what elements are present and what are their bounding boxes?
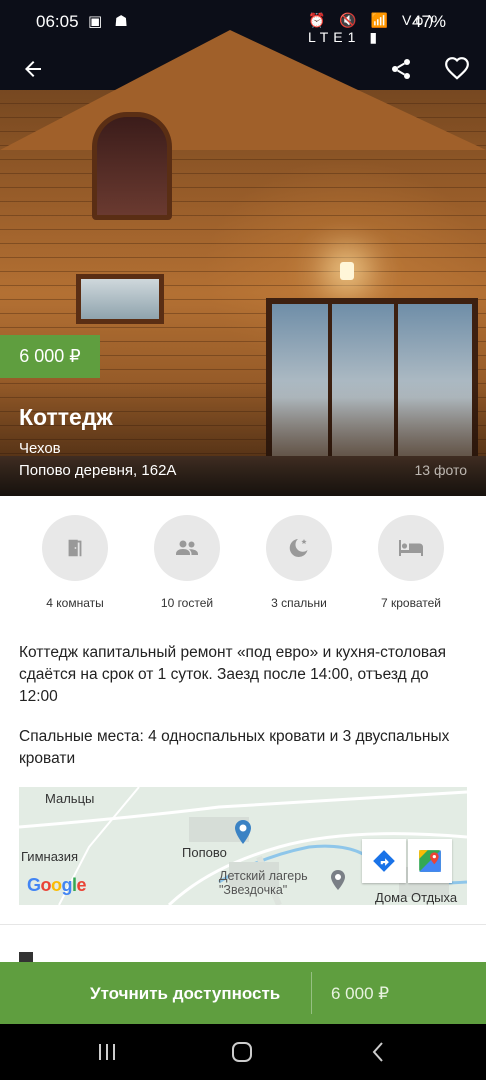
arched-window	[92, 112, 172, 220]
map-label-gymnasium: Гимназия	[21, 849, 79, 864]
feature-label: 7 кроватей	[381, 596, 441, 610]
open-in-maps-button[interactable]	[408, 839, 452, 883]
system-icons: ⏰ 🔇 📶 Vo) LTE1 ▮	[308, 12, 438, 45]
cta-price: 6 000 ₽	[331, 984, 390, 1003]
feature-label: 4 комнаты	[46, 596, 104, 610]
heart-outline-icon	[445, 57, 469, 80]
nav-back-button[interactable]	[366, 1040, 390, 1064]
battery-level: 47%	[412, 12, 447, 31]
map-label-popovo: Попово	[182, 845, 227, 860]
map-label-maltsy: Мальцы	[45, 791, 95, 806]
door-icon	[68, 539, 82, 557]
guests-icon	[176, 540, 198, 555]
wall-lamp	[340, 262, 354, 280]
feature-label: 3 спальни	[271, 596, 327, 610]
back-button[interactable]	[16, 52, 50, 86]
feature-rooms: 4 комнаты	[25, 515, 125, 610]
feature-circle	[42, 515, 108, 581]
arrow-left-icon	[25, 61, 41, 77]
feature-beds: 7 кроватей	[361, 515, 461, 610]
feature-label: 10 гостей	[160, 596, 214, 610]
directions-button[interactable]	[362, 839, 406, 883]
listing-title: Коттедж	[19, 404, 113, 430]
section-divider	[0, 924, 486, 925]
next-section-peek	[19, 952, 33, 962]
share-button[interactable]	[384, 52, 418, 86]
google-maps-icon	[419, 850, 441, 872]
back-chevron-icon	[372, 1042, 383, 1062]
status-bar: 06:05 ▣ ☗ ⏰ 🔇 📶 Vo) LTE1 ▮ 47%	[0, 0, 486, 45]
map-label-camp: Детский лагерь "Звездочка"	[219, 869, 308, 897]
home-icon	[232, 1042, 252, 1062]
feature-circle	[378, 515, 444, 581]
favorite-button[interactable]	[440, 52, 474, 86]
status-time: 06:05	[36, 12, 79, 31]
recents-icon	[99, 1044, 115, 1060]
share-icon	[392, 59, 410, 79]
google-logo: Google	[27, 875, 87, 895]
moon-icon	[289, 539, 308, 557]
feature-circle	[154, 515, 220, 581]
notification-icons: ▣ ☗	[88, 13, 132, 30]
cta-divider	[311, 972, 312, 1014]
sleeping-places-paragraph: Спальные места: 4 односпальных кровати и…	[19, 728, 450, 767]
feature-bedrooms: 3 спальни	[249, 515, 349, 610]
feature-guests: 10 гостей	[137, 515, 237, 610]
price-badge: 6 000 ₽	[0, 335, 100, 378]
listing-address: Попово деревня, 162А	[19, 462, 177, 479]
map-preview[interactable]: Мальцы Гимназия Попово Детский лагерь "З…	[19, 787, 467, 905]
directions-icon	[373, 850, 395, 872]
feature-circle	[266, 515, 332, 581]
map-pin-icon	[235, 820, 251, 844]
small-window	[76, 274, 164, 324]
bed-icon	[399, 540, 423, 556]
system-nav-bar	[0, 1024, 486, 1080]
home-button[interactable]	[230, 1040, 254, 1064]
check-availability-button[interactable]: Уточнить доступность	[90, 984, 280, 1004]
map-label-houses: Дома Отдыха	[375, 890, 458, 905]
listing-city: Чехов	[19, 440, 61, 457]
roof-gable	[0, 30, 486, 150]
recents-button[interactable]	[95, 1040, 119, 1064]
description-paragraph: Коттедж капитальный ремонт «под евро» и …	[19, 644, 447, 705]
photo-count[interactable]: 13 фото	[415, 462, 468, 478]
check-availability-bar[interactable]: Уточнить доступность 6 000 ₽	[0, 962, 486, 1024]
